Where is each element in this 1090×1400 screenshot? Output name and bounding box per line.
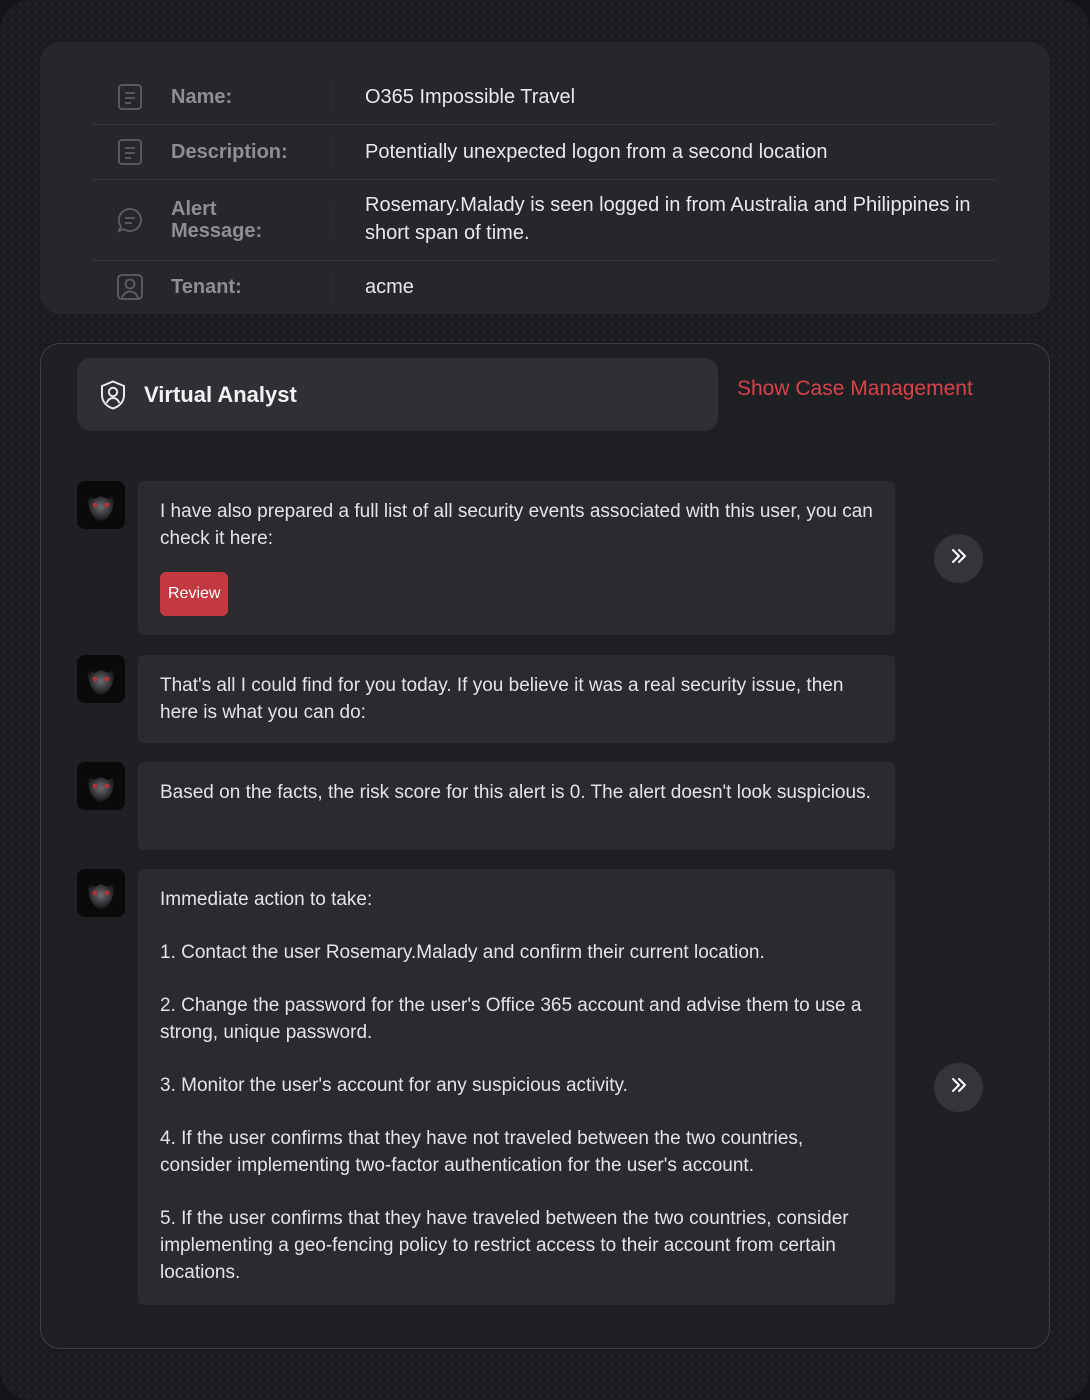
- chat-message: Immediate action to take: 1. Contact the…: [77, 869, 897, 1305]
- chat-message: That's all I could find for you today. I…: [77, 655, 897, 743]
- virtual-analyst-panel: Virtual Analyst Show Case Management I h…: [40, 343, 1050, 1349]
- divider: [332, 273, 333, 301]
- info-row-description: Description: Potentially unexpected logo…: [92, 124, 997, 180]
- message-text: That's all I could find for you today. I…: [160, 675, 844, 723]
- alert-message-value: Rosemary.Malady is seen logged in from A…: [365, 194, 971, 244]
- action-step: 1. Contact the user Rosemary.Malady and …: [160, 942, 765, 963]
- message-bubble: That's all I could find for you today. I…: [138, 655, 895, 743]
- description-value: Potentially unexpected logon from a seco…: [365, 141, 828, 163]
- document-icon: [116, 83, 144, 111]
- tenant-label: Tenant:: [171, 276, 242, 298]
- info-row-tenant: Tenant: acme: [92, 260, 997, 314]
- info-row-name: Name: O365 Impossible Travel: [92, 70, 997, 125]
- document-icon: [116, 138, 144, 166]
- virtual-analyst-header: Virtual Analyst: [77, 358, 718, 431]
- tenant-value: acme: [365, 276, 414, 298]
- double-chevron-right-icon: [950, 548, 968, 569]
- name-label: Name:: [171, 86, 233, 108]
- chat-icon: [116, 206, 144, 234]
- analyst-shield-icon: [97, 379, 129, 411]
- message-text: Based on the facts, the risk score for t…: [160, 782, 871, 803]
- analyst-avatar: [77, 655, 125, 703]
- message-text: I have also prepared a full list of all …: [160, 501, 873, 549]
- chat-message: I have also prepared a full list of all …: [77, 481, 897, 636]
- alert-info-card: Name: O365 Impossible Travel Description…: [40, 42, 1050, 314]
- action-intro: Immediate action to take:: [160, 889, 373, 910]
- expand-button[interactable]: [934, 534, 983, 583]
- action-step: 5. If the user confirms that they have t…: [160, 1208, 849, 1283]
- double-chevron-right-icon: [950, 1077, 968, 1098]
- app-frame: Name: O365 Impossible Travel Description…: [0, 0, 1090, 1400]
- description-label: Description:: [171, 141, 288, 163]
- divider: [332, 206, 333, 234]
- chat-message: Based on the facts, the risk score for t…: [77, 762, 897, 850]
- analyst-avatar: [77, 869, 125, 917]
- info-row-alert-message: Alert Message: Rosemary.Malady is seen l…: [92, 179, 997, 261]
- review-button[interactable]: Review: [160, 572, 229, 616]
- analyst-avatar: [77, 481, 125, 529]
- message-bubble: I have also prepared a full list of all …: [138, 481, 895, 635]
- message-bubble: Based on the facts, the risk score for t…: [138, 762, 895, 850]
- user-icon: [116, 273, 144, 301]
- message-bubble: Immediate action to take: 1. Contact the…: [138, 869, 895, 1305]
- action-step: 2. Change the password for the user's Of…: [160, 995, 862, 1043]
- action-step: 4. If the user confirms that they have n…: [160, 1128, 804, 1176]
- name-value: O365 Impossible Travel: [365, 86, 576, 108]
- analyst-avatar: [77, 762, 125, 810]
- action-step: 3. Monitor the user's account for any su…: [160, 1075, 628, 1096]
- expand-button[interactable]: [934, 1063, 983, 1112]
- show-case-management-link[interactable]: Show Case Management: [737, 377, 973, 401]
- alert-message-label: Alert Message:: [171, 198, 263, 242]
- divider: [332, 83, 333, 111]
- divider: [332, 138, 333, 166]
- panel-title: Virtual Analyst: [144, 382, 297, 407]
